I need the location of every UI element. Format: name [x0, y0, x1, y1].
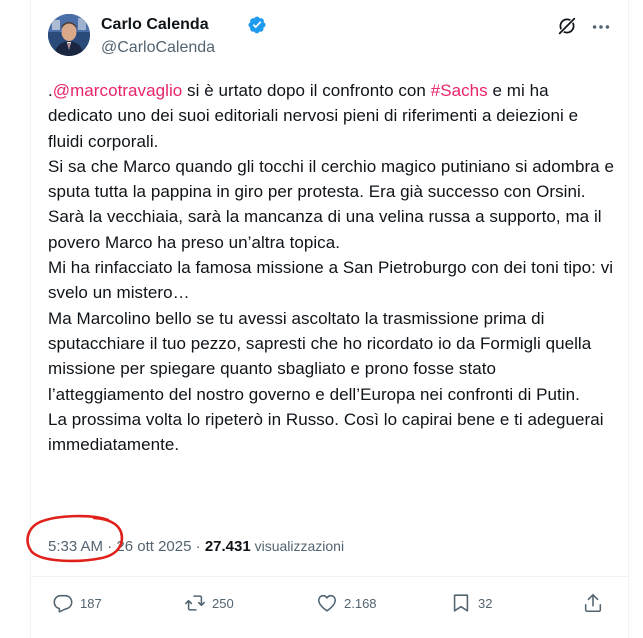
reply-count: 187	[80, 595, 102, 611]
divider	[30, 576, 628, 577]
grok-icon[interactable]	[556, 15, 578, 37]
actions-bar: 187 250 2.168 32	[48, 588, 614, 618]
repost-count: 250	[212, 595, 234, 611]
tweet-date[interactable]: 26 ott 2025	[116, 538, 191, 555]
tweet-meta: 5:33 AM · 26 ott 2025 · 27.431 visualizz…	[48, 536, 344, 557]
card-left-border	[30, 0, 31, 638]
tweet-text-segment-1: si è urtato dopo il confronto con	[182, 81, 431, 100]
like-icon	[317, 594, 337, 612]
reply-icon	[53, 594, 73, 613]
like-count: 2.168	[344, 595, 377, 611]
tweet-text-segment-2: e mi ha dedicato uno dei suoi editoriali…	[48, 81, 614, 455]
bookmark-count: 32	[478, 595, 493, 611]
mention-link[interactable]: @marcotravaglio	[53, 81, 183, 100]
tweet-time[interactable]: 5:33 AM	[48, 538, 103, 555]
more-icon[interactable]	[590, 16, 612, 38]
meta-separator: ·	[103, 538, 117, 555]
tweet-card: Carlo Calenda @CarloCalenda .@marcotrava…	[0, 0, 643, 638]
author-handle[interactable]: @CarloCalenda	[101, 38, 215, 58]
bookmark-icon	[453, 594, 469, 612]
author-name[interactable]: Carlo Calenda	[101, 15, 209, 35]
share-icon	[584, 593, 602, 613]
tweet-text: .@marcotravaglio si è urtato dopo il con…	[48, 78, 614, 457]
repost-button[interactable]: 250	[184, 588, 234, 618]
views-label: visualizzazioni	[250, 538, 345, 554]
bookmark-button[interactable]: 32	[450, 588, 492, 618]
meta-separator: ·	[191, 538, 205, 555]
avatar-image	[48, 14, 90, 56]
reply-button[interactable]: 187	[52, 588, 102, 618]
avatar[interactable]	[48, 14, 90, 56]
hashtag-link[interactable]: #Sachs	[431, 81, 488, 100]
like-button[interactable]: 2.168	[316, 588, 377, 618]
verified-badge-icon	[248, 16, 266, 34]
share-button[interactable]	[582, 588, 604, 618]
card-right-border	[628, 0, 629, 638]
repost-icon	[185, 595, 205, 611]
views-count: 27.431	[204, 538, 251, 555]
